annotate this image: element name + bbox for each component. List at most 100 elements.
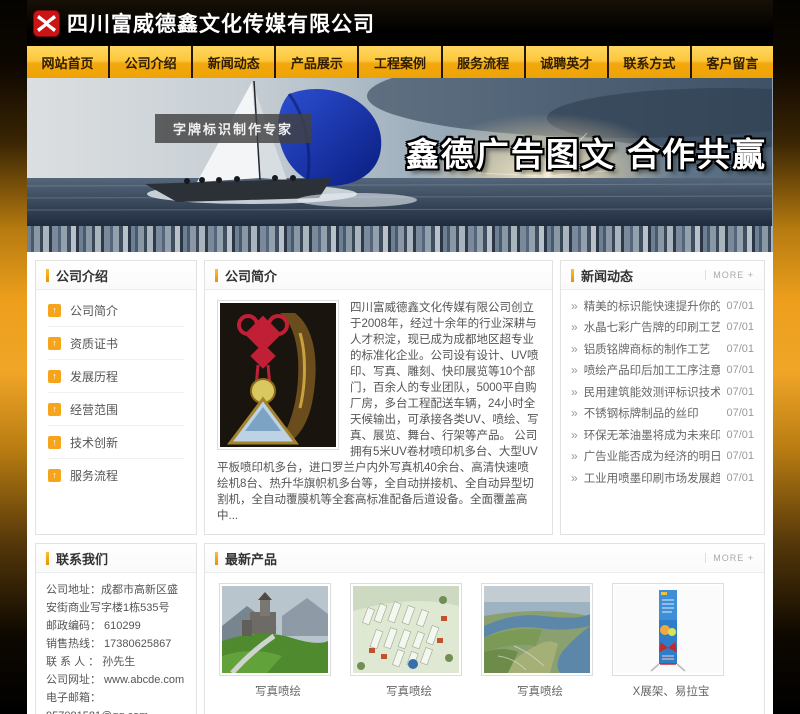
- contact-website: 公司网址： www.abcde.com: [46, 671, 186, 689]
- company-profile-box: 公司简介: [204, 260, 553, 535]
- estate-aerial-thumbnail: [350, 583, 462, 676]
- nav-item-about[interactable]: 公司介绍: [110, 46, 191, 78]
- accent-bar: [215, 552, 218, 565]
- menu-item-service-flow[interactable]: ↑ 服务流程: [48, 459, 184, 492]
- product-card[interactable]: 写真喷绘: [219, 583, 337, 699]
- menu-item-profile[interactable]: ↑ 公司简介: [48, 294, 184, 327]
- news-item-date: 07/01: [726, 429, 754, 441]
- product-strip: 写真喷绘: [205, 573, 764, 705]
- double-chevron-icon: »: [571, 471, 578, 485]
- news-item-title: 喷绘产品印后加工工序注意: [584, 362, 721, 378]
- news-item-title: 民用建筑能效测评标识技术: [584, 384, 721, 400]
- news-item[interactable]: » 工业用喷墨印刷市场发展趋 07/01: [571, 467, 754, 489]
- contact-person: 联 系 人 ： 孙先生: [46, 653, 186, 671]
- menu-item-certificates[interactable]: ↑ 资质证书: [48, 327, 184, 360]
- news-item[interactable]: » 铝质铭牌商标的制作工艺 07/01: [571, 338, 754, 360]
- double-chevron-icon: »: [571, 428, 578, 442]
- news-item-title: 不锈钢标牌制品的丝印: [584, 405, 721, 421]
- product-card[interactable]: 写真喷绘: [350, 583, 468, 699]
- nav-item-home[interactable]: 网站首页: [27, 46, 108, 78]
- news-more-link[interactable]: MORE +: [705, 270, 754, 280]
- contact-header: 联系我们: [36, 544, 196, 573]
- menu-item-scope[interactable]: ↑ 经营范围: [48, 393, 184, 426]
- contact-address: 公司地址：成都市高新区盛安街商业写字楼1栋535号: [46, 581, 186, 617]
- company-profile-body: 四川富威德鑫文化传媒有限公司创立于2008年，经过十余年的行业深耕与人才积淀，现…: [205, 290, 552, 534]
- content-row-top: 公司介绍 ↑ 公司简介 ↑ 资质证书 ↑ 发展历程: [35, 260, 765, 535]
- accent-bar: [215, 269, 218, 282]
- contact-zipcode: 邮政编码： 610299: [46, 617, 186, 635]
- content-row-bottom: 联系我们 公司地址：成都市高新区盛安街商业写字楼1栋535号 邮政编码： 610…: [35, 543, 765, 714]
- accent-bar: [571, 269, 574, 282]
- castle-photo-thumbnail: [219, 583, 331, 676]
- product-card[interactable]: X展架、易拉宝: [612, 583, 730, 699]
- main-nav: 网站首页 公司介绍 新闻动态 产品展示 工程案例 服务流程 诚聘英才 联系方式 …: [27, 46, 773, 78]
- menu-item-label: 公司简介: [70, 302, 118, 319]
- contact-box: 联系我们 公司地址：成都市高新区盛安街商业写字楼1栋535号 邮政编码： 610…: [35, 543, 197, 714]
- double-chevron-icon: »: [571, 363, 578, 377]
- double-chevron-icon: »: [571, 385, 578, 399]
- menu-item-label: 发展历程: [70, 368, 118, 385]
- product-caption: X展架、易拉宝: [612, 683, 730, 699]
- double-chevron-icon: »: [571, 449, 578, 463]
- nav-item-news[interactable]: 新闻动态: [193, 46, 274, 78]
- company-name: 四川富威德鑫文化传媒有限公司: [67, 8, 375, 38]
- company-profile-header: 公司简介: [205, 261, 552, 290]
- nav-item-jobs[interactable]: 诚聘英才: [526, 46, 607, 78]
- news-item-title: 环保无苯油墨将成为未来印: [584, 427, 721, 443]
- arrow-up-icon: ↑: [48, 370, 61, 383]
- nav-item-guestbook[interactable]: 客户留言: [692, 46, 773, 78]
- banner-glitch-strip: [27, 226, 773, 252]
- nav-item-products[interactable]: 产品展示: [276, 46, 357, 78]
- news-item-date: 07/01: [726, 386, 754, 398]
- products-title: 最新产品: [225, 549, 277, 568]
- contact-title: 联系我们: [56, 549, 108, 568]
- products-more-link[interactable]: MORE +: [705, 553, 754, 563]
- hero-banner: 字牌标识制作专家 鑫德广告图文 合作共赢: [27, 78, 773, 252]
- news-item-date: 07/01: [726, 450, 754, 462]
- profile-photo: [217, 300, 339, 450]
- news-item[interactable]: » 环保无苯油墨将成为未来印 07/01: [571, 424, 754, 446]
- arrow-up-icon: ↑: [48, 436, 61, 449]
- banner-headline: 鑫德广告图文 合作共赢: [406, 128, 767, 176]
- contact-email: 957081581@qq.com: [46, 707, 186, 714]
- company-logo-icon: [33, 10, 60, 37]
- company-menu-list: ↑ 公司简介 ↑ 资质证书 ↑ 发展历程 ↑ 经营范围: [36, 290, 196, 492]
- products-box: 最新产品 MORE +: [204, 543, 765, 714]
- double-chevron-icon: »: [571, 299, 578, 313]
- nav-item-service[interactable]: 服务流程: [443, 46, 524, 78]
- company-profile-title: 公司简介: [225, 266, 277, 285]
- double-chevron-icon: »: [571, 342, 578, 356]
- news-item[interactable]: » 广告业能否成为经济的明日 07/01: [571, 446, 754, 468]
- product-card[interactable]: 写真喷绘: [481, 583, 599, 699]
- menu-item-history[interactable]: ↑ 发展历程: [48, 360, 184, 393]
- product-caption: 写真喷绘: [219, 683, 337, 699]
- company-menu-title: 公司介绍: [56, 266, 108, 285]
- accent-bar: [46, 552, 49, 565]
- news-header: 新闻动态 MORE +: [561, 261, 764, 290]
- banner-tagline: 字牌标识制作专家: [155, 114, 311, 143]
- menu-item-label: 经营范围: [70, 401, 118, 418]
- contact-info: 公司地址：成都市高新区盛安街商业写字楼1栋535号 邮政编码： 610299 销…: [36, 573, 196, 714]
- nav-item-cases[interactable]: 工程案例: [359, 46, 440, 78]
- menu-item-innovation[interactable]: ↑ 技术创新: [48, 426, 184, 459]
- menu-item-label: 技术创新: [70, 434, 118, 451]
- accent-bar: [46, 269, 49, 282]
- x-banner-thumbnail: [612, 583, 724, 676]
- news-item[interactable]: » 喷绘产品印后加工工序注意 07/01: [571, 360, 754, 382]
- main-content: 公司介绍 ↑ 公司简介 ↑ 资质证书 ↑ 发展历程: [27, 252, 773, 714]
- product-caption: 写真喷绘: [350, 683, 468, 699]
- nav-item-contact[interactable]: 联系方式: [609, 46, 690, 78]
- news-title: 新闻动态: [581, 266, 633, 285]
- news-item-title: 广告业能否成为经济的明日: [584, 448, 721, 464]
- company-menu-box: 公司介绍 ↑ 公司简介 ↑ 资质证书 ↑ 发展历程: [35, 260, 197, 535]
- news-item-date: 07/01: [726, 343, 754, 355]
- arrow-up-icon: ↑: [48, 469, 61, 482]
- arrow-up-icon: ↑: [48, 337, 61, 350]
- news-item[interactable]: » 民用建筑能效测评标识技术 07/01: [571, 381, 754, 403]
- news-item[interactable]: » 水晶七彩广告牌的印刷工艺 07/01: [571, 317, 754, 339]
- top-header: 四川富威德鑫文化传媒有限公司: [27, 0, 773, 46]
- news-item-title: 精美的标识能快速提升你的: [584, 298, 721, 314]
- news-item[interactable]: » 精美的标识能快速提升你的 07/01: [571, 295, 754, 317]
- product-caption: 写真喷绘: [481, 683, 599, 699]
- news-item[interactable]: » 不锈钢标牌制品的丝印 07/01: [571, 403, 754, 425]
